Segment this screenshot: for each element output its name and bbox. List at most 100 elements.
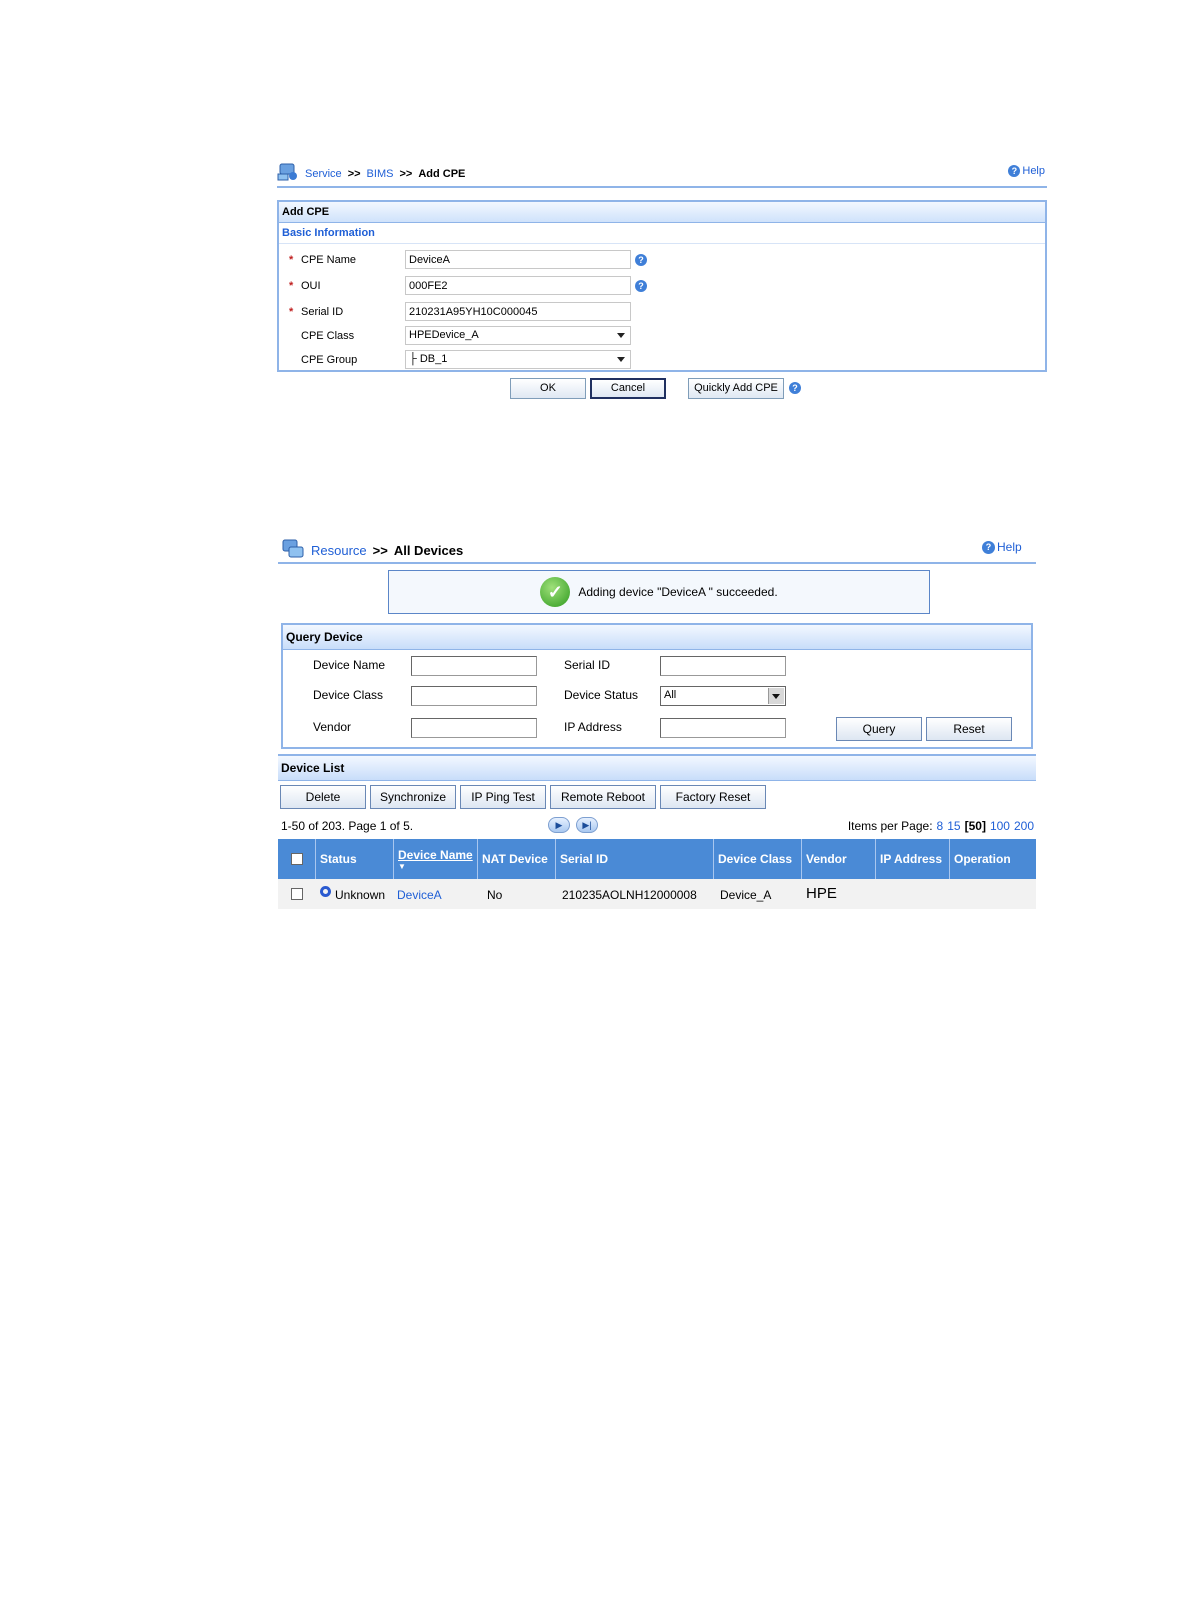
cpe-group-row: CPE Group ├ DB_1: [289, 350, 631, 369]
page-size-15[interactable]: 15: [947, 819, 960, 833]
device-status-select[interactable]: All: [660, 686, 786, 706]
serial-id-label: Serial ID: [564, 658, 611, 672]
device-status-label: Device Status: [564, 688, 639, 702]
breadcrumb: Resource >> All Devices: [281, 538, 463, 563]
service-icon: [277, 162, 299, 185]
cpe-class-select[interactable]: HPEDevice_A: [405, 326, 631, 345]
operation-column-header: Operation: [954, 852, 1011, 866]
help-label: Help: [997, 540, 1022, 554]
vendor-column-header: Vendor: [802, 839, 876, 879]
last-page-icon[interactable]: ▶|: [576, 817, 598, 833]
all-devices-panel: Resource >> All Devices ? Help ✓ Adding …: [278, 535, 1036, 915]
pagination-info: 1-50 of 203. Page 1 of 5.: [281, 819, 414, 833]
chevron-down-icon[interactable]: [768, 688, 784, 704]
serial-id-column-header: Serial ID: [556, 839, 714, 879]
header-divider: [278, 562, 1036, 564]
table-row: Unknown DeviceA No 210235AOLNH12000008 D…: [278, 879, 1036, 909]
serial-id-input[interactable]: [405, 302, 631, 321]
device-list-section: Device List Delete Synchronize IP Ping T…: [278, 754, 1036, 909]
device-name-column-header[interactable]: Device Name ▼: [394, 839, 478, 879]
required-mark: *: [289, 305, 294, 318]
page-size-100[interactable]: 100: [990, 819, 1010, 833]
add-cpe-panel: Service >> BIMS >> Add CPE ? Help Add CP…: [277, 160, 1047, 410]
required-mark: *: [289, 253, 294, 266]
box-title: Add CPE: [279, 202, 1045, 223]
page-size-50: [50]: [964, 819, 986, 833]
items-per-page-label: Items per Page:: [847, 819, 933, 833]
oui-row: * OUI ?: [289, 276, 647, 295]
breadcrumb: Service >> BIMS >> Add CPE: [277, 162, 465, 185]
serial-id-row: * Serial ID: [289, 302, 631, 321]
device-name-sort-link[interactable]: Device Name: [398, 848, 473, 862]
nat-device-column-header: NAT Device: [478, 839, 556, 879]
page-size-8[interactable]: 8: [937, 819, 944, 833]
vendor-label: Vendor: [313, 720, 352, 734]
help-icon[interactable]: ?: [789, 382, 801, 394]
cpe-group-label: CPE Group: [301, 353, 358, 366]
cancel-button[interactable]: Cancel: [590, 378, 666, 399]
check-circle-icon: ✓: [540, 577, 571, 607]
header-divider: [277, 186, 1047, 188]
breadcrumb-separator: >>: [399, 167, 413, 180]
ip-address-input[interactable]: [660, 718, 786, 738]
ip-address-column-header: IP Address: [876, 839, 950, 879]
row-serial-id: 210235AOLNH12000008: [562, 888, 697, 902]
cpe-group-value: ├ DB_1: [409, 353, 448, 365]
row-device-name-link[interactable]: DeviceA: [397, 888, 442, 902]
query-device-box: Query Device Device Name Serial ID Devic…: [281, 623, 1033, 749]
query-button[interactable]: Query: [836, 717, 922, 741]
help-link[interactable]: ? Help: [982, 540, 1022, 554]
ip-ping-test-button[interactable]: IP Ping Test: [460, 785, 546, 809]
page-size-200[interactable]: 200: [1014, 819, 1034, 833]
help-icon[interactable]: ?: [635, 279, 647, 292]
breadcrumb-bims-link[interactable]: BIMS: [367, 168, 394, 180]
factory-reset-button[interactable]: Factory Reset: [660, 785, 766, 809]
section-title: Basic Information: [279, 223, 1045, 244]
status-unknown-icon: [320, 886, 331, 897]
help-link[interactable]: ? Help: [1008, 165, 1045, 177]
delete-button[interactable]: Delete: [280, 785, 366, 809]
next-page-icon[interactable]: ▶: [548, 817, 570, 833]
cpe-group-select[interactable]: ├ DB_1: [405, 350, 631, 369]
help-label: Help: [1022, 165, 1045, 177]
chevron-down-icon: [617, 333, 625, 338]
reset-button[interactable]: Reset: [926, 717, 1012, 741]
device-name-label: Device Name: [313, 658, 386, 672]
device-name-input[interactable]: [411, 656, 537, 676]
row-device-class: Device_A: [720, 888, 772, 902]
breadcrumb-current: Add CPE: [418, 167, 466, 180]
quick-add-cpe-button[interactable]: Quickly Add CPE: [688, 378, 784, 399]
breadcrumb-separator: >>: [347, 167, 361, 180]
device-class-label: Device Class: [313, 688, 384, 702]
resource-icon: [281, 538, 305, 563]
row-checkbox[interactable]: [291, 888, 303, 900]
row-status: Unknown: [335, 888, 386, 902]
required-mark: *: [289, 279, 294, 292]
cpe-name-input[interactable]: [405, 250, 631, 269]
remote-reboot-button[interactable]: Remote Reboot: [550, 785, 656, 809]
add-cpe-box: Add CPE Basic Information * CPE Name ? *…: [277, 200, 1047, 372]
breadcrumb-separator: >>: [372, 543, 388, 558]
status-column-header: Status: [316, 839, 394, 879]
breadcrumb-service-link[interactable]: Service: [305, 168, 342, 180]
cpe-class-row: CPE Class HPEDevice_A: [289, 326, 631, 345]
row-nat-device: No: [487, 888, 503, 902]
synchronize-button[interactable]: Synchronize: [370, 785, 456, 809]
device-class-input[interactable]: [411, 686, 537, 706]
device-status-value: All: [664, 689, 677, 701]
vendor-input[interactable]: [411, 718, 537, 738]
cpe-name-label: CPE Name: [301, 253, 357, 266]
help-icon[interactable]: ?: [635, 253, 647, 266]
oui-label: OUI: [301, 279, 321, 292]
breadcrumb-current: All Devices: [393, 543, 464, 558]
sort-down-icon: ▼: [398, 861, 406, 871]
query-device-title: Query Device: [283, 625, 1031, 650]
serial-id-label: Serial ID: [301, 305, 344, 318]
breadcrumb-resource-link[interactable]: Resource: [311, 543, 367, 558]
row-vendor: HPE: [806, 885, 837, 902]
chevron-down-icon: [617, 357, 625, 362]
oui-input[interactable]: [405, 276, 631, 295]
ok-button[interactable]: OK: [510, 378, 586, 399]
serial-id-input[interactable]: [660, 656, 786, 676]
select-all-checkbox[interactable]: [290, 853, 303, 865]
